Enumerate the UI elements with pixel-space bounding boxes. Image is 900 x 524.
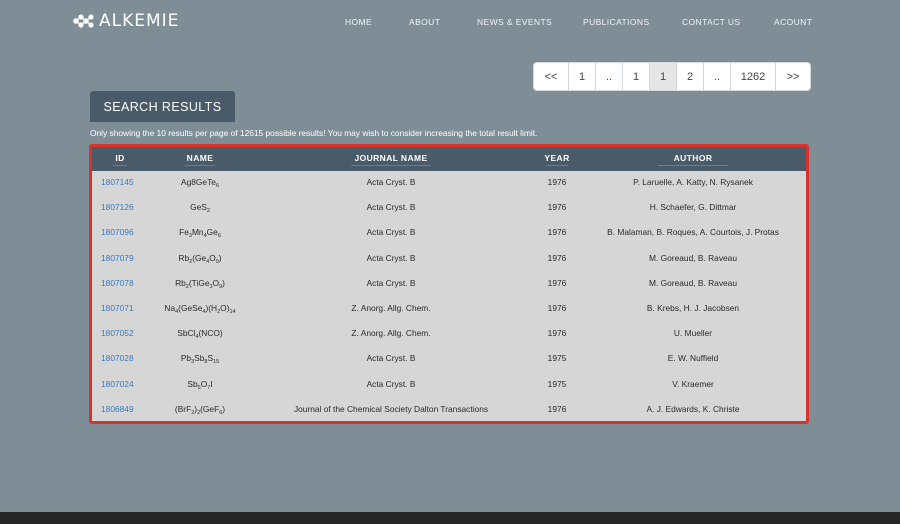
- column-underline: [113, 165, 127, 166]
- result-year: 1976: [547, 202, 567, 213]
- result-author: P. Laruelle, A. Katty, N. Rysanek: [633, 177, 753, 187]
- result-id-link[interactable]: 1806849: [101, 404, 134, 414]
- column-header-year[interactable]: YEAR: [544, 153, 569, 163]
- result-journal: Acta Cryst. B: [366, 378, 416, 389]
- table-row[interactable]: 1807052 SbCl4(NCO) Z. Anorg. Allg. Chem. 19…: [92, 322, 806, 347]
- result-id-link[interactable]: 1807052: [101, 328, 134, 338]
- pagination: << 1 .. 1 1 2 .. 1262 >>: [533, 62, 811, 91]
- result-formula: Na4(GeSe4)(H2O)14: [164, 303, 236, 315]
- table-row[interactable]: 1807145 Ag8GeTe6 Acta Cryst. B 1976 P. Larue…: [92, 171, 806, 196]
- result-author: B. Malaman, B. Roques, A. Courtois, J. P…: [607, 227, 779, 238]
- column-header-id[interactable]: ID: [115, 153, 124, 163]
- table-row[interactable]: 1807071 Na4(GeSe4)(H2O)14 Z. Anorg. Allg. …: [92, 297, 806, 322]
- result-formula: GeS2: [190, 202, 210, 215]
- page-footer: [0, 512, 900, 524]
- table-row[interactable]: 1807126 GeS2 Acta Cryst. B 1976 H. Schaefer,…: [92, 196, 806, 221]
- result-id-link[interactable]: 1807024: [101, 379, 134, 389]
- brand-name: ALKEMIE: [99, 11, 180, 31]
- result-journal: Acta Cryst. B: [366, 277, 416, 288]
- result-author: M. Goreaud, B. Raveau: [649, 277, 737, 288]
- result-id-link[interactable]: 1807071: [101, 303, 134, 313]
- result-year: 1976: [547, 403, 567, 414]
- result-journal: Z. Anorg. Allg. Chem.: [351, 328, 431, 339]
- result-journal: Acta Cryst. B: [366, 252, 416, 263]
- molecule-icon: [73, 14, 94, 28]
- table-row[interactable]: 1807079 Rb2(Ge4O9) Acta Cryst. B 1976 M. Gor…: [92, 247, 806, 272]
- result-journal: Journal of the Chemical Society Dalton T…: [293, 403, 489, 414]
- result-year: 1976: [547, 252, 567, 263]
- column-header-author[interactable]: AUTHOR: [674, 153, 713, 163]
- table-row[interactable]: 1807096 Fe3Mn4Ge6 Acta Cryst. B 1976 B. Mala…: [92, 221, 806, 246]
- table-row[interactable]: 1807078 Rb2(TiGe3O9) Acta Cryst. B 1976 M. G…: [92, 272, 806, 297]
- result-formula: Sb5O7I: [187, 378, 213, 391]
- result-year: 1976: [547, 303, 567, 313]
- result-author: V. Kraemer: [672, 378, 714, 389]
- page-last-number-button[interactable]: 1262: [731, 63, 776, 90]
- result-author: B. Krebs, H. J. Jacobsen: [646, 303, 740, 313]
- result-formula: Ag8GeTe6: [180, 177, 220, 189]
- page-ellipsis: ..: [596, 63, 623, 90]
- result-formula: Rb2(Ge4O9): [178, 252, 222, 265]
- result-year: 1975: [547, 378, 567, 389]
- top-navbar: ALKEMIE HOME ABOUT NEWS & EVENTS PUBLICA…: [0, 0, 900, 44]
- column-underline: [185, 165, 215, 166]
- page-first-button[interactable]: <<: [534, 63, 569, 90]
- result-journal: Z. Anorg. Allg. Chem.: [351, 303, 431, 313]
- page-button[interactable]: 2: [677, 63, 704, 90]
- nav-news-events[interactable]: NEWS & EVENTS: [477, 17, 552, 27]
- page-button[interactable]: 1: [623, 63, 650, 90]
- result-id-link[interactable]: 1807096: [101, 227, 134, 237]
- result-limit-notice: Only showing the 10 results per page of …: [90, 128, 538, 138]
- table-header: ID NAME JOURNAL NAME YEAR AUTHOR: [92, 147, 806, 171]
- results-table: ID NAME JOURNAL NAME YEAR AUTHOR 1807145…: [89, 144, 809, 424]
- nav-home[interactable]: HOME: [345, 17, 372, 27]
- result-formula: (BrF2)2(GeF6): [174, 403, 226, 416]
- result-author: H. Schaefer, G. Dittmar: [649, 202, 737, 213]
- result-year: 1976: [547, 328, 567, 339]
- page-ellipsis: ..: [704, 63, 731, 90]
- page-button-current[interactable]: 1: [650, 63, 677, 90]
- page-last-button[interactable]: >>: [776, 63, 810, 90]
- result-year: 1976: [547, 227, 567, 238]
- nav-contact-us[interactable]: CONTACT US: [682, 17, 740, 27]
- result-year: 1976: [547, 277, 567, 288]
- result-id-link[interactable]: 1807079: [101, 253, 134, 263]
- result-formula: SbCl4(NCO): [177, 328, 223, 341]
- result-author: A. J. Edwards, K. Christe: [646, 403, 740, 414]
- result-author: M. Goreaud, B. Raveau: [649, 252, 737, 263]
- column-underline: [351, 165, 431, 166]
- column-underline: [546, 165, 568, 166]
- column-header-name[interactable]: NAME: [187, 153, 214, 163]
- nav-publications[interactable]: PUBLICATIONS: [583, 17, 650, 27]
- result-year: 1976: [547, 177, 567, 187]
- result-journal: Acta Cryst. B: [366, 177, 416, 187]
- result-formula: Fe3Mn4Ge6: [179, 227, 221, 240]
- result-journal: Acta Cryst. B: [366, 202, 416, 213]
- result-formula: Pb3Sb8S15: [180, 353, 220, 366]
- table-row[interactable]: 1806849 (BrF2)2(GeF6) Journal of the Chemi…: [92, 398, 806, 421]
- brand-logo[interactable]: ALKEMIE: [72, 11, 179, 31]
- nav-about[interactable]: ABOUT: [409, 17, 440, 27]
- result-year: 1975: [547, 353, 567, 364]
- column-header-journal[interactable]: JOURNAL NAME: [354, 153, 427, 163]
- search-results-tab[interactable]: SEARCH RESULTS: [90, 91, 235, 122]
- table-row[interactable]: 1807024 Sb5O7I Acta Cryst. B 1975 V. Kraemer: [92, 373, 806, 398]
- result-author: U. Mueller: [673, 328, 713, 339]
- result-id-link[interactable]: 1807078: [101, 278, 134, 288]
- result-author: E. W. Nuffield: [667, 353, 719, 364]
- result-id-link[interactable]: 1807145: [101, 177, 134, 187]
- result-journal: Acta Cryst. B: [366, 227, 416, 238]
- result-formula: Rb2(TiGe3O9): [175, 277, 225, 290]
- nav-account[interactable]: ACOUNT: [774, 17, 812, 27]
- result-journal: Acta Cryst. B: [366, 353, 416, 364]
- table-row[interactable]: 1807028 Pb3Sb8S15 Acta Cryst. B 1975 E. W. N…: [92, 347, 806, 372]
- column-underline: [658, 165, 728, 166]
- result-id-link[interactable]: 1807028: [101, 353, 134, 363]
- result-id-link[interactable]: 1807126: [101, 202, 134, 212]
- page-button[interactable]: 1: [569, 63, 596, 90]
